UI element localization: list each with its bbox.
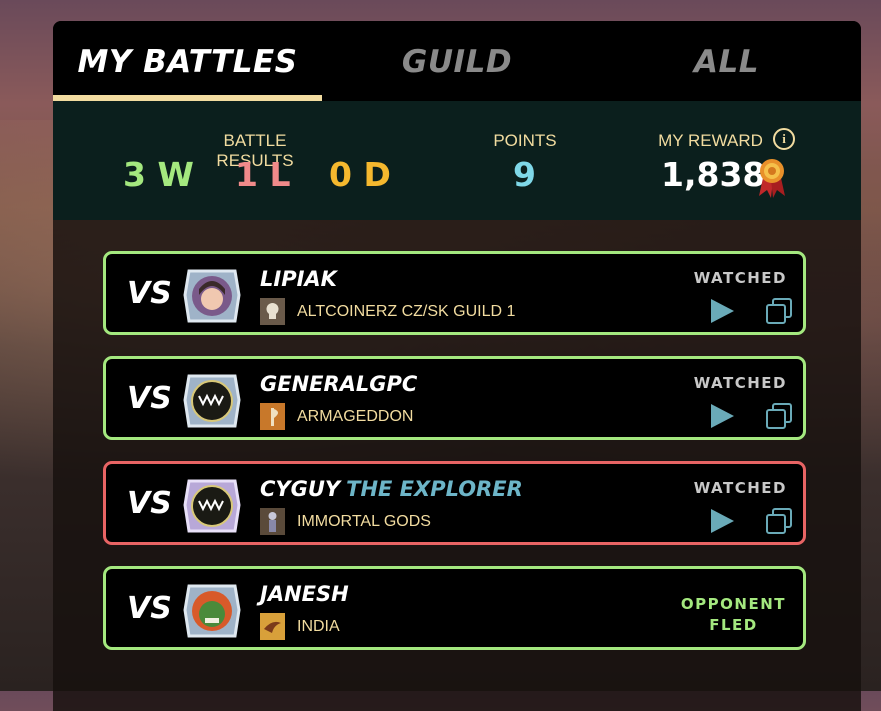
opponent-name[interactable]: LIPIAK: [260, 267, 337, 291]
vs-label: VS: [127, 381, 172, 416]
orc-avatar-icon: [183, 584, 241, 638]
skull-banner-icon: [260, 298, 285, 325]
tab-bar: MY BATTLES GUILD ALL: [53, 21, 861, 101]
tab-all[interactable]: ALL: [592, 21, 861, 101]
vs-label: VS: [127, 486, 172, 521]
status-line-1: OPPONENT: [680, 595, 786, 613]
battle-status: WATCHED: [693, 374, 787, 392]
vs-label: VS: [127, 591, 172, 626]
tab-guild[interactable]: GUILD: [322, 21, 592, 101]
opponent-name[interactable]: GENERALGPC: [260, 372, 417, 396]
battle-row[interactable]: VS JANESH INDIA OPPONENT FLED: [103, 566, 806, 650]
battle-row[interactable]: VS LIPIAK ALTCOINERZ CZ/SK GUILD 1 WATCH…: [103, 251, 806, 335]
battle-summary: BATTLE RESULTS 3 W 1 L 0 D POINTS 9 MY R…: [53, 101, 861, 220]
medal-icon: [759, 159, 785, 198]
girl-avatar-icon: [183, 269, 241, 323]
bird-banner-icon: [260, 613, 285, 640]
points-label: POINTS: [493, 131, 557, 150]
figure-banner-icon: [260, 508, 285, 535]
guild-name[interactable]: INDIA: [297, 618, 340, 636]
battles-panel: MY BATTLES GUILD ALL BATTLE RESULTS 3 W …: [53, 21, 861, 711]
opponent-name[interactable]: CYGUY THE EXPLORER: [260, 477, 523, 501]
player-title: THE EXPLORER: [346, 477, 523, 501]
points-value: 9: [513, 155, 536, 194]
play-icon[interactable]: [709, 403, 735, 429]
battle-status: WATCHED: [693, 479, 787, 497]
wins-count: 3 W: [123, 155, 194, 194]
guild-name[interactable]: ALTCOINERZ CZ/SK GUILD 1: [297, 303, 515, 321]
battle-row[interactable]: VS GENERALGPC ARMAGEDDON WATCHED: [103, 356, 806, 440]
battle-row[interactable]: VS CYGUY THE EXPLORER IMMORTAL GODS WATCH…: [103, 461, 806, 545]
guild-name[interactable]: ARMAGEDDON: [297, 408, 413, 426]
copy-icon[interactable]: [765, 507, 793, 535]
copy-icon[interactable]: [765, 402, 793, 430]
draws-count: 0 D: [329, 155, 391, 194]
losses-count: 1 L: [235, 155, 291, 194]
battle-status: WATCHED: [693, 269, 787, 287]
reward-value: 1,838: [661, 155, 766, 194]
status-line-2: FLED: [709, 616, 758, 634]
opponent-fled-status: OPPONENT FLED: [681, 594, 786, 636]
axe-banner-icon: [260, 403, 285, 430]
play-icon[interactable]: [709, 508, 735, 534]
play-icon[interactable]: [709, 298, 735, 324]
monster-mouth-avatar-icon: [183, 479, 241, 533]
copy-icon[interactable]: [765, 297, 793, 325]
vs-label: VS: [127, 276, 172, 311]
info-icon[interactable]: i: [773, 128, 795, 150]
tab-my-battles[interactable]: MY BATTLES: [53, 21, 322, 101]
guild-name[interactable]: IMMORTAL GODS: [297, 513, 431, 531]
my-reward-label: MY REWARD: [658, 131, 763, 150]
monster-mouth-avatar-icon: [183, 374, 241, 428]
opponent-name[interactable]: JANESH: [260, 582, 349, 606]
